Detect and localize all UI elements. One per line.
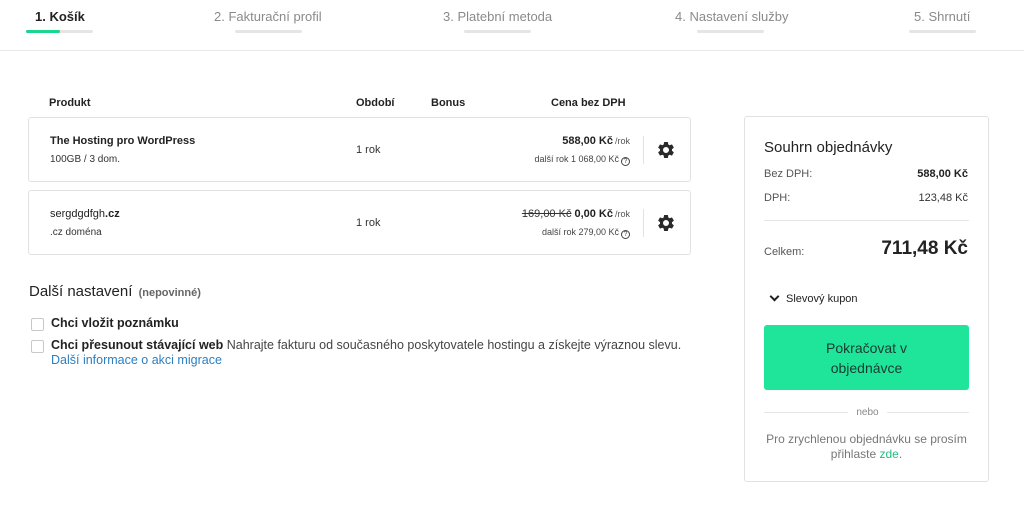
note-checkbox[interactable]: [31, 318, 44, 331]
step-progress-bar: [26, 30, 93, 33]
order-summary-card: Souhrn objednávky Bez DPH: 588,00 Kč DPH…: [744, 116, 989, 482]
step-service-settings[interactable]: 4. Nastavení služby: [675, 9, 789, 33]
additional-settings-heading: Další nastavení: [29, 283, 133, 300]
renewal-price-text: další rok 1 068,00 Kč: [534, 154, 619, 164]
product-name: The Hosting pro WordPress: [50, 135, 196, 147]
domain-tld: .cz: [105, 208, 120, 220]
continue-order-button[interactable]: Pokračovat v objednávce: [764, 325, 969, 390]
step-label: 3. Platební metoda: [443, 9, 553, 24]
step-billing-profile[interactable]: 2. Fakturační profil: [214, 9, 322, 33]
or-text: nebo: [848, 407, 887, 418]
note-checkbox-label[interactable]: Chci vložit poznámku: [51, 316, 179, 331]
column-header-price: Cena bez DPH: [551, 97, 626, 109]
product-price: 588,00 Kč/rok: [562, 135, 630, 147]
column-header-bonus: Bonus: [431, 97, 466, 109]
checkout-stepper: 1. Košík 2. Fakturační profil 3. Platebn…: [0, 0, 1024, 51]
product-detail: .cz doména: [50, 227, 102, 238]
price-amount: 0,00 Kč: [574, 208, 613, 220]
gear-icon[interactable]: [656, 213, 676, 233]
coupon-toggle[interactable]: Slevový kupon: [769, 291, 858, 305]
vat-value: 123,48 Kč: [918, 192, 968, 204]
login-prompt-suffix: .: [898, 447, 903, 461]
summary-title: Souhrn objednávky: [764, 139, 893, 156]
or-divider: nebo: [745, 407, 990, 418]
step-label: 4. Nastavení služby: [675, 9, 789, 24]
net-price-label: Bez DPH:: [764, 168, 813, 180]
product-period: 1 rok: [356, 144, 381, 156]
additional-settings-title: Další nastavení (nepovinné): [29, 283, 201, 300]
price-period-unit: /rok: [614, 136, 630, 146]
summary-divider: [764, 220, 969, 221]
product-detail: 100GB / 3 dom.: [50, 154, 121, 165]
step-progress-bar: [235, 30, 302, 33]
login-prompt: Pro zrychlenou objednávku se prosím přih…: [764, 432, 969, 462]
migrate-title: Chci přesunout stávající web: [51, 338, 224, 352]
migrate-description: Nahrajte fakturu od současného poskytova…: [223, 338, 682, 352]
step-payment-method[interactable]: 3. Platební metoda: [443, 9, 553, 33]
step-progress-bar: [909, 30, 976, 33]
migrate-checkbox[interactable]: [31, 340, 44, 353]
coupon-label: Slevový kupon: [786, 293, 858, 305]
step-label: 5. Shrnutí: [914, 9, 971, 24]
product-period: 1 rok: [356, 217, 381, 229]
original-price: 169,00 Kč: [521, 208, 572, 220]
migration-info-link[interactable]: Další informace o akci migrace: [51, 353, 222, 367]
step-summary[interactable]: 5. Shrnutí: [909, 9, 976, 33]
step-progress-bar: [464, 30, 531, 33]
question-circle-icon[interactable]: ?: [621, 230, 630, 239]
step-cart[interactable]: 1. Košík: [26, 9, 93, 33]
renewal-price: další rok 279,00 Kč?: [542, 227, 630, 239]
chevron-down-icon: [769, 291, 780, 302]
column-header-period: Období: [356, 97, 395, 109]
step-progress-fill: [26, 30, 60, 33]
login-link[interactable]: zde: [880, 447, 899, 461]
migrate-checkbox-label[interactable]: Chci přesunout stávající web Nahrajte fa…: [51, 338, 691, 368]
gear-icon[interactable]: [656, 140, 676, 160]
total-value: 711,48 Kč: [881, 238, 968, 259]
total-label: Celkem:: [764, 246, 805, 258]
step-label: 1. Košík: [35, 9, 85, 24]
column-header-product: Produkt: [49, 97, 91, 109]
vat-label: DPH:: [764, 192, 791, 204]
price-amount: 588,00 Kč: [562, 135, 613, 147]
step-progress-bar: [697, 30, 764, 33]
net-price-value: 588,00 Kč: [917, 168, 968, 180]
row-divider: [643, 136, 644, 164]
cart-row-domain: sergdgdfgh.cz .cz doména 1 rok 169,00 Kč…: [28, 190, 691, 255]
login-prompt-text: Pro zrychlenou objednávku se prosím přih…: [766, 432, 967, 461]
product-name: sergdgdfgh.cz: [50, 208, 120, 220]
renewal-price-text: další rok 279,00 Kč: [541, 227, 619, 237]
optional-note: (nepovinné): [138, 287, 201, 299]
price-period-unit: /rok: [614, 209, 630, 219]
step-label: 2. Fakturační profil: [214, 9, 322, 24]
question-circle-icon[interactable]: ?: [621, 157, 630, 166]
cart-row-hosting: The Hosting pro WordPress 100GB / 3 dom.…: [28, 117, 691, 182]
domain-name: sergdgdfgh: [50, 208, 106, 220]
product-price: 169,00 Kč 0,00 Kč/rok: [522, 208, 630, 220]
renewal-price: další rok 1 068,00 Kč?: [534, 154, 630, 166]
row-divider: [643, 209, 644, 237]
